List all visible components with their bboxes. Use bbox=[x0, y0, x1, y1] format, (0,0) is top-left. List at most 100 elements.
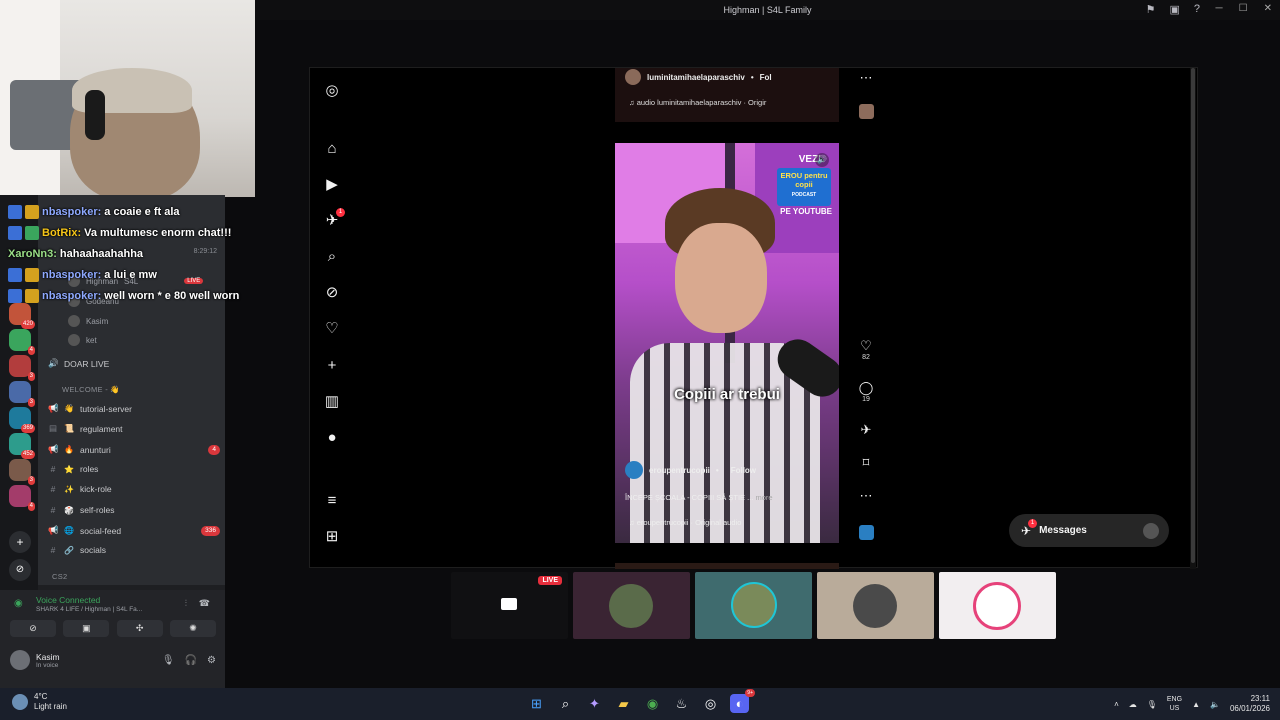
participant-tile[interactable] bbox=[939, 572, 1056, 639]
server-icon[interactable]: 452 bbox=[9, 433, 35, 459]
participant-tile[interactable]: LIVE bbox=[451, 572, 568, 639]
volume-icon[interactable]: 🔊 bbox=[815, 153, 829, 167]
server-icon[interactable]: 420 bbox=[9, 303, 35, 329]
reel-description[interactable]: ÎNCEPE ȘCOALA - COPIII SĂ ȘTIE ... more bbox=[625, 493, 773, 502]
channel-item[interactable]: # 🎲 self-roles bbox=[48, 505, 220, 515]
volume-icon[interactable]: 🔈 bbox=[1210, 700, 1220, 709]
language-indicator[interactable]: ENG US bbox=[1167, 695, 1182, 713]
close-button[interactable]: ✕ bbox=[1264, 3, 1272, 14]
gear-icon[interactable]: ⚙ bbox=[207, 655, 216, 666]
cast-icon[interactable]: ▣ bbox=[1169, 3, 1179, 16]
share-icon[interactable]: ✈ bbox=[855, 422, 877, 438]
voice-status: Voice Connected bbox=[36, 595, 101, 605]
reels-icon[interactable]: ▶ bbox=[323, 176, 341, 194]
steam-icon[interactable]: ♨ bbox=[672, 694, 691, 713]
screen-icon bbox=[501, 598, 517, 610]
webcam-feed bbox=[0, 0, 255, 197]
send-icon[interactable]: ✈ 1 bbox=[323, 208, 345, 230]
search-icon[interactable]: ⌕ bbox=[323, 248, 341, 266]
profile-icon[interactable]: ● bbox=[323, 429, 341, 447]
audio-thumbnail[interactable] bbox=[859, 525, 874, 540]
server-icon[interactable]: 3 bbox=[9, 459, 35, 485]
chat-message: nbaspoker: well worn * e 80 well worn bbox=[8, 285, 298, 306]
explore-icon[interactable]: ⊘ bbox=[323, 284, 341, 302]
voice-channel[interactable]: SHARK 4 LIFE / Highman | S4L Fa... bbox=[36, 606, 142, 613]
screen-share-button[interactable]: ▣ bbox=[63, 620, 110, 637]
messages-button[interactable]: ✈ 1 Messages bbox=[1009, 514, 1169, 547]
dashboard-icon[interactable]: ▥ bbox=[323, 393, 341, 411]
search-icon[interactable]: ⌕ bbox=[556, 694, 575, 713]
clock[interactable]: 23:11 06/01/2026 bbox=[1230, 694, 1270, 714]
category-cs2[interactable]: CS2 bbox=[52, 572, 68, 581]
mic-icon[interactable]: 🎙 bbox=[1147, 700, 1157, 709]
server-icon[interactable]: 3 bbox=[9, 381, 35, 407]
avatar[interactable] bbox=[10, 650, 30, 670]
more-icon[interactable]: ⋯ bbox=[855, 488, 877, 504]
chevron-up-icon[interactable]: ˄ bbox=[1114, 700, 1119, 709]
more-icon[interactable]: ⋯ bbox=[855, 70, 877, 86]
weather-widget[interactable]: 4°C Light rain bbox=[12, 692, 67, 712]
minimize-button[interactable]: ─ bbox=[1216, 3, 1223, 14]
voice-user[interactable]: Kasim bbox=[68, 315, 108, 327]
user-panel[interactable]: Kasim In voice 🎙 🎧 ⚙ bbox=[10, 648, 216, 672]
voice-panel: ◉ Voice Connected SHARK 4 LIFE / Highman… bbox=[0, 590, 225, 688]
soundboard-button[interactable]: ✺ bbox=[169, 620, 216, 637]
windows-start-icon[interactable]: ⊞ bbox=[527, 694, 546, 713]
channel-item[interactable]: 📢 🌐 social-feed 336 bbox=[48, 525, 220, 536]
audio-label[interactable]: ♫ eroupentrucopii · Original audio bbox=[629, 518, 741, 527]
avatar bbox=[1143, 522, 1159, 539]
comment-button[interactable]: ◯ 19 bbox=[855, 380, 877, 403]
heart-icon[interactable]: ♡ bbox=[323, 320, 341, 338]
category-welcome[interactable]: WELCOME - 👋 bbox=[62, 385, 120, 394]
maximize-button[interactable]: ☐ bbox=[1239, 3, 1248, 14]
mic-icon[interactable]: 🎙 bbox=[162, 655, 175, 666]
home-icon[interactable]: ⌂ bbox=[323, 140, 341, 158]
like-button[interactable]: ♡ 82 bbox=[855, 338, 877, 361]
apps-icon[interactable]: ⊞ bbox=[323, 528, 341, 546]
headphones-icon[interactable]: 🎧 bbox=[185, 655, 197, 666]
explore-icon[interactable]: ⊘ bbox=[9, 559, 31, 581]
avatar[interactable] bbox=[859, 104, 874, 119]
participant-tile[interactable] bbox=[573, 572, 690, 639]
channel-item[interactable]: # ✨ kick-role bbox=[48, 484, 220, 494]
server-icon[interactable]: 3 bbox=[9, 355, 35, 381]
send-icon: ✈ 1 bbox=[1021, 518, 1038, 538]
reel-video[interactable]: VEZI 🔊 EROU pentru copii PODCAST PE YOUTU… bbox=[615, 143, 839, 543]
channel-item[interactable]: # 🔗 socials bbox=[48, 545, 220, 555]
channel-item[interactable]: # ⭐ roles bbox=[48, 464, 220, 474]
follow-button[interactable]: Follow bbox=[731, 466, 756, 475]
save-icon[interactable]: ⌑ bbox=[855, 455, 877, 471]
next-reel[interactable] bbox=[615, 563, 839, 569]
speaker-icon: 🔊 bbox=[48, 358, 59, 368]
discord-icon[interactable]: ◐ 9+ bbox=[730, 689, 755, 713]
previous-reel[interactable]: luminitamihaelaparaschiv • Fol ♫ audio lum… bbox=[615, 68, 839, 122]
channel-item[interactable]: 📢 🔥 anunturi 4 bbox=[48, 444, 220, 455]
network-icon[interactable]: ☁ bbox=[1129, 700, 1137, 709]
menu-icon[interactable]: ≡ bbox=[323, 492, 341, 510]
add-server-icon[interactable]: + bbox=[9, 531, 31, 553]
copilot-icon[interactable]: ✦ bbox=[585, 694, 604, 713]
channel-item[interactable]: 📢 👋 tutorial-server bbox=[48, 403, 220, 414]
channel-item[interactable]: ▤ 📜 regulament bbox=[48, 423, 220, 434]
instagram-logo-icon[interactable]: ◎ bbox=[323, 82, 341, 100]
flag-icon[interactable]: ⚑ bbox=[1146, 3, 1156, 16]
create-icon[interactable]: + bbox=[323, 357, 341, 375]
reel-author[interactable]: eroupentrucopii • Follow bbox=[625, 461, 756, 479]
server-icon[interactable]: 4 bbox=[9, 485, 35, 511]
participant-tile[interactable] bbox=[817, 572, 934, 639]
scrollbar[interactable] bbox=[1190, 68, 1196, 569]
chrome-icon[interactable]: ◉ bbox=[643, 694, 662, 713]
wifi-icon[interactable]: ▲ bbox=[1192, 700, 1200, 709]
noise-icon[interactable]: ⫶ bbox=[185, 598, 187, 609]
server-icon[interactable]: 369 bbox=[9, 407, 35, 433]
disconnect-icon[interactable]: ☎ bbox=[199, 598, 210, 609]
obs-icon[interactable]: ◎ bbox=[701, 694, 720, 713]
participant-tile[interactable] bbox=[695, 572, 812, 639]
help-icon[interactable]: ? bbox=[1194, 3, 1200, 16]
voice-user[interactable]: ket bbox=[68, 334, 97, 346]
activities-button[interactable]: ✣ bbox=[116, 620, 163, 637]
folder-icon[interactable]: ▰ bbox=[614, 694, 633, 713]
channel-doar-live[interactable]: 🔊 DOAR LIVE bbox=[48, 358, 220, 369]
camera-off-button[interactable]: ⊘ bbox=[10, 620, 56, 637]
server-icon[interactable]: 4 bbox=[9, 329, 35, 355]
